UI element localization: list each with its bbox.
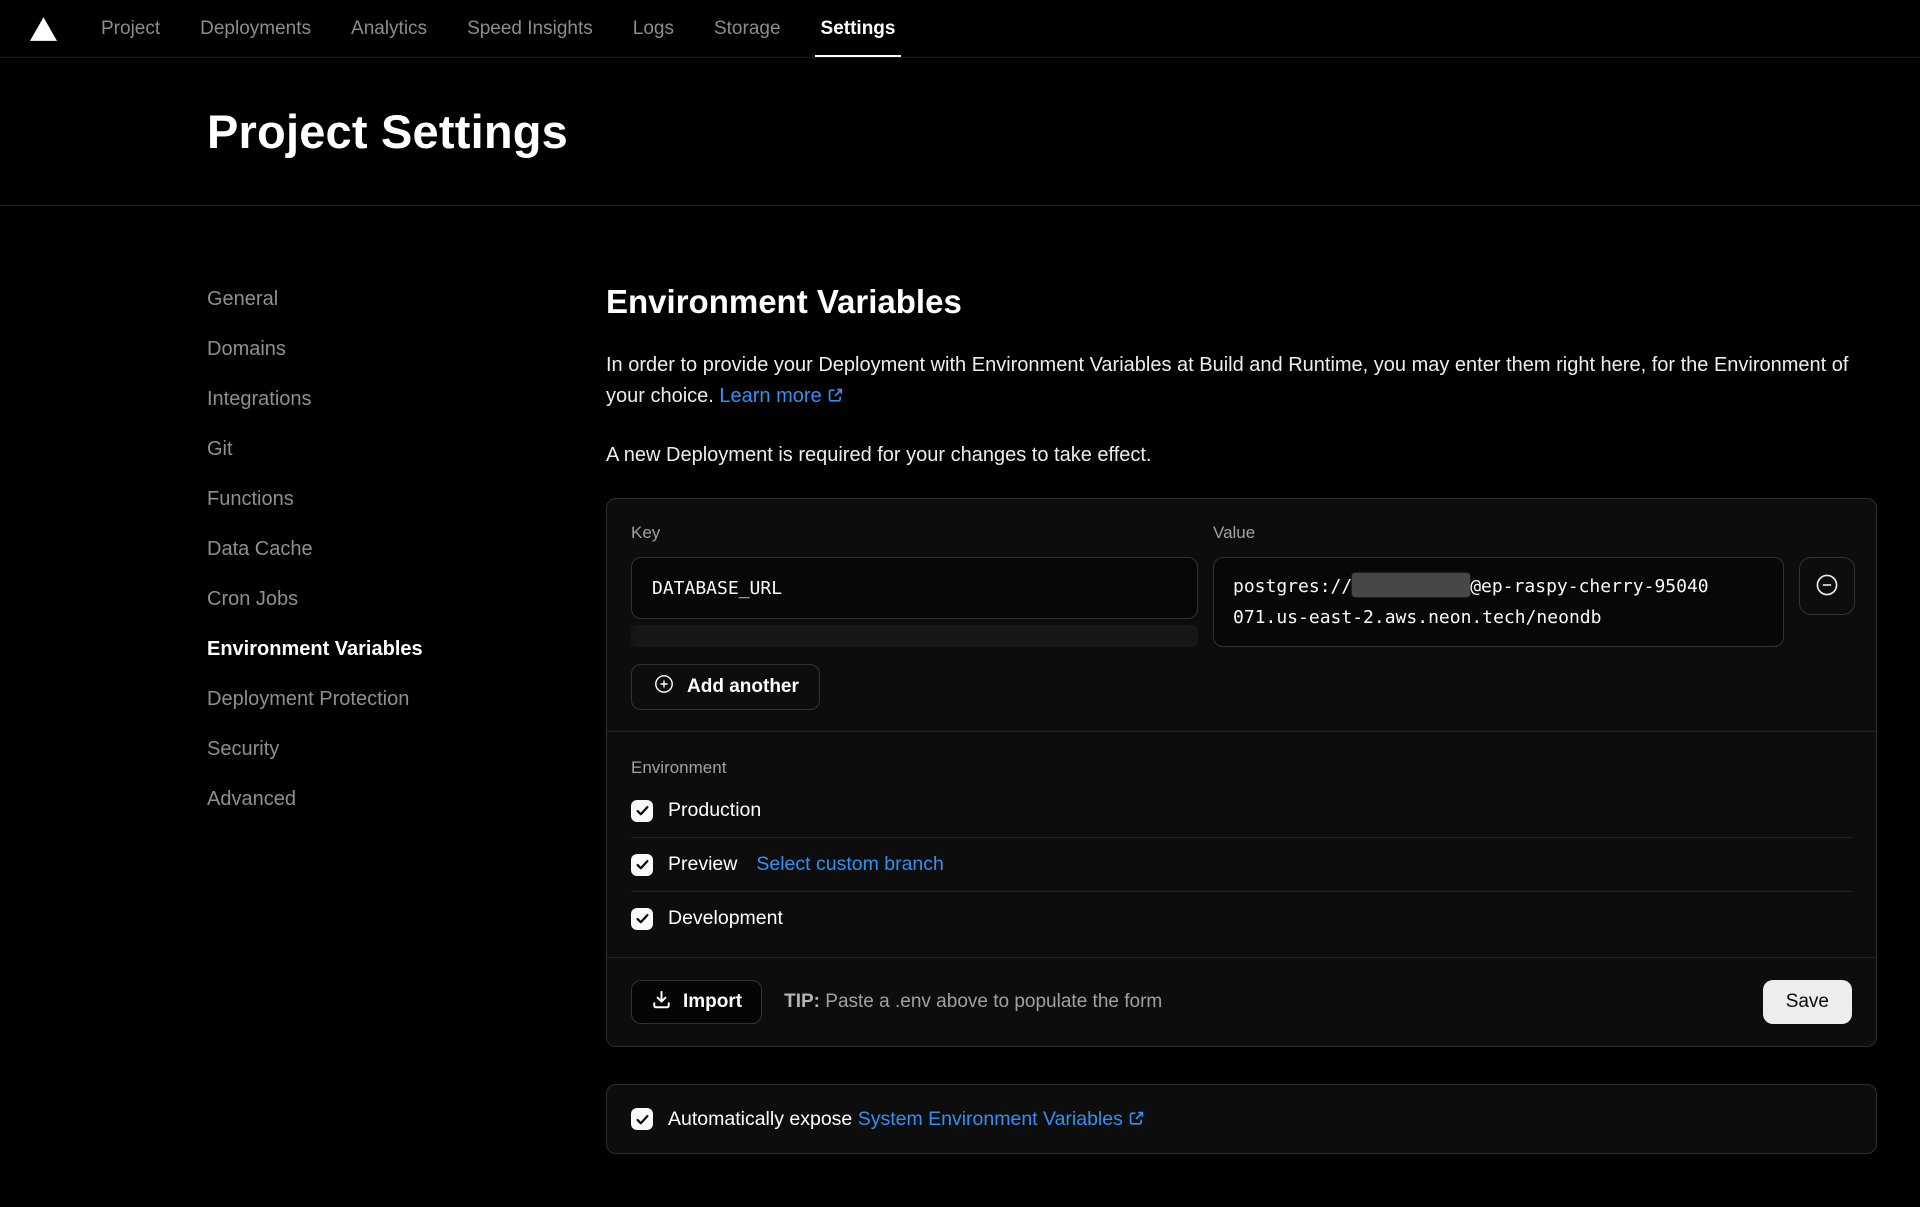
- deployment-note: A new Deployment is required for your ch…: [606, 444, 1877, 467]
- value-input[interactable]: postgres:// @ep-raspy-cherry-95040 071.us-…: [1213, 557, 1784, 647]
- development-checkbox[interactable]: [631, 908, 653, 930]
- auto-expose-checkbox[interactable]: [631, 1108, 653, 1130]
- value-line2: 071.us-east-2.aws.neon.tech/neondb: [1233, 607, 1601, 628]
- nav-tabs: Project Deployments Analytics Speed Insi…: [81, 0, 915, 57]
- section-description: In order to provide your Deployment with…: [606, 350, 1877, 412]
- env-name-preview: Preview: [668, 853, 737, 876]
- auto-expose-prefix: Automatically expose: [668, 1108, 852, 1130]
- env-row-development: Development: [631, 892, 1852, 945]
- top-nav: Project Deployments Analytics Speed Insi…: [0, 0, 1920, 58]
- nav-tab-logs[interactable]: Logs: [613, 0, 694, 57]
- tip-body: Paste a .env above to populate the form: [825, 991, 1162, 1012]
- auto-expose-text: Automatically expose System Environment …: [668, 1108, 1145, 1131]
- nav-tab-project[interactable]: Project: [81, 0, 180, 57]
- tip-text: TIP: Paste a .env above to populate the …: [784, 991, 1162, 1013]
- add-another-button[interactable]: Add another: [631, 664, 820, 710]
- auto-expose-card: Automatically expose System Environment …: [606, 1084, 1877, 1154]
- learn-more-label: Learn more: [719, 385, 821, 407]
- main-panel: Environment Variables In order to provid…: [606, 206, 1877, 1154]
- page-header: Project Settings: [0, 58, 1920, 206]
- tip-prefix: TIP:: [784, 991, 820, 1012]
- env-name-production: Production: [668, 799, 761, 822]
- nav-tab-settings[interactable]: Settings: [801, 0, 916, 57]
- env-name-development: Development: [668, 907, 783, 930]
- redacted-credentials: [1352, 573, 1470, 597]
- key-value-section: Key Value DATABASE_URL postgres:// @ep-ra…: [607, 499, 1876, 731]
- value-line1-suffix: @ep-raspy-cherry-95040: [1470, 576, 1708, 597]
- check-icon: [635, 803, 650, 818]
- check-icon: [635, 1112, 650, 1127]
- sidebar-item-general[interactable]: General: [207, 274, 606, 324]
- env-row-preview: Preview Select custom branch: [631, 838, 1852, 892]
- card-footer: Import TIP: Paste a .env above to popula…: [607, 957, 1876, 1046]
- content: General Domains Integrations Git Functio…: [0, 206, 1920, 1154]
- sidebar-item-integrations[interactable]: Integrations: [207, 374, 606, 424]
- import-label: Import: [683, 991, 742, 1013]
- nav-tab-speed-insights[interactable]: Speed Insights: [447, 0, 613, 57]
- check-icon: [635, 911, 650, 926]
- download-icon: [651, 989, 672, 1016]
- sidebar-item-git[interactable]: Git: [207, 424, 606, 474]
- page-title: Project Settings: [207, 104, 568, 159]
- key-input-extension: [631, 625, 1198, 647]
- remove-row-button[interactable]: [1799, 557, 1855, 615]
- add-another-label: Add another: [687, 676, 799, 698]
- section-title: Environment Variables: [606, 283, 1877, 321]
- env-var-card: Key Value DATABASE_URL postgres:// @ep-ra…: [606, 498, 1877, 1047]
- save-button[interactable]: Save: [1763, 980, 1852, 1024]
- system-env-vars-link[interactable]: System Environment Variables: [858, 1108, 1145, 1130]
- import-button[interactable]: Import: [631, 980, 762, 1024]
- sidebar-item-security[interactable]: Security: [207, 724, 606, 774]
- check-icon: [635, 857, 650, 872]
- key-input[interactable]: DATABASE_URL: [631, 557, 1198, 619]
- preview-checkbox[interactable]: [631, 854, 653, 876]
- sidebar-item-deployment-protection[interactable]: Deployment Protection: [207, 674, 606, 724]
- sidebar-item-cron-jobs[interactable]: Cron Jobs: [207, 574, 606, 624]
- plus-circle-icon: [652, 672, 676, 702]
- external-link-icon: [1128, 1110, 1145, 1127]
- sidebar-item-advanced[interactable]: Advanced: [207, 774, 606, 824]
- key-label: Key: [631, 523, 1198, 543]
- sidebar-item-domains[interactable]: Domains: [207, 324, 606, 374]
- system-env-vars-label: System Environment Variables: [858, 1108, 1123, 1130]
- production-checkbox[interactable]: [631, 800, 653, 822]
- vercel-logo-icon[interactable]: [30, 17, 57, 41]
- env-row-production: Production: [631, 784, 1852, 838]
- nav-tab-deployments[interactable]: Deployments: [180, 0, 331, 57]
- select-custom-branch-link[interactable]: Select custom branch: [756, 853, 944, 876]
- environment-section: Environment Production Preview Select cu…: [607, 732, 1876, 957]
- sidebar-item-data-cache[interactable]: Data Cache: [207, 524, 606, 574]
- sidebar-item-environment-variables[interactable]: Environment Variables: [207, 624, 606, 674]
- value-prefix: postgres://: [1233, 576, 1352, 597]
- value-label: Value: [1213, 523, 1784, 543]
- external-link-icon: [827, 383, 844, 400]
- environment-label: Environment: [631, 758, 1852, 778]
- nav-tab-storage[interactable]: Storage: [694, 0, 801, 57]
- settings-sidebar: General Domains Integrations Git Functio…: [207, 206, 606, 1154]
- nav-tab-analytics[interactable]: Analytics: [331, 0, 447, 57]
- minus-circle-icon: [1813, 571, 1841, 602]
- sidebar-item-functions[interactable]: Functions: [207, 474, 606, 524]
- learn-more-link[interactable]: Learn more: [719, 385, 843, 407]
